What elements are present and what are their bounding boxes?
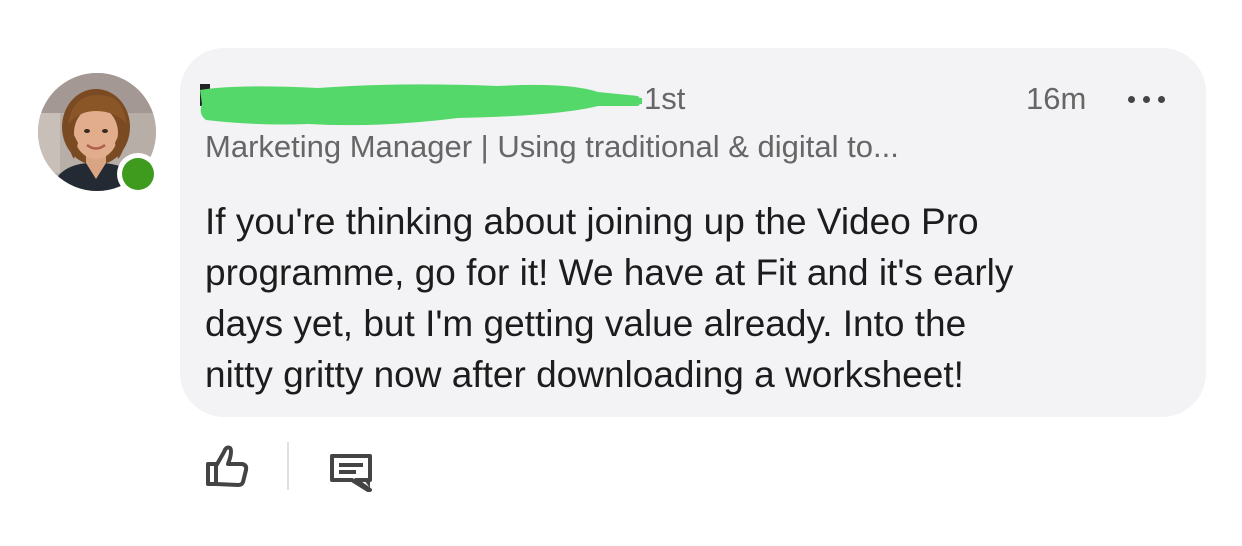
more-dot xyxy=(1158,96,1165,103)
redaction-mark xyxy=(200,84,642,126)
thumbs-up-icon xyxy=(206,445,249,487)
more-options-icon[interactable] xyxy=(1124,92,1168,106)
comment-text-line: nitty gritty now after downloading a wor… xyxy=(205,354,964,395)
more-dot xyxy=(1143,96,1150,103)
comment-text: If you're thinking about joining up the … xyxy=(205,196,1185,400)
comment-text-line: If you're thinking about joining up the … xyxy=(205,201,979,242)
comment-text-line: programme, go for it! We have at Fit and… xyxy=(205,252,1014,293)
comment-text-line: days yet, but I'm getting value already.… xyxy=(205,303,967,344)
online-dot xyxy=(122,158,154,190)
connection-degree: 1st xyxy=(644,81,686,116)
online-status-indicator xyxy=(117,153,159,195)
comment-icon xyxy=(330,454,372,492)
more-dot xyxy=(1128,96,1135,103)
comment-thread: 1st 16m Marketing Manager | Using tradit… xyxy=(0,0,1242,546)
action-divider xyxy=(287,442,289,490)
like-button[interactable] xyxy=(200,440,252,492)
comment-button[interactable] xyxy=(326,446,378,498)
comment-timestamp: 16m xyxy=(1026,81,1087,116)
author-headline: Marketing Manager | Using traditional & … xyxy=(205,129,899,164)
